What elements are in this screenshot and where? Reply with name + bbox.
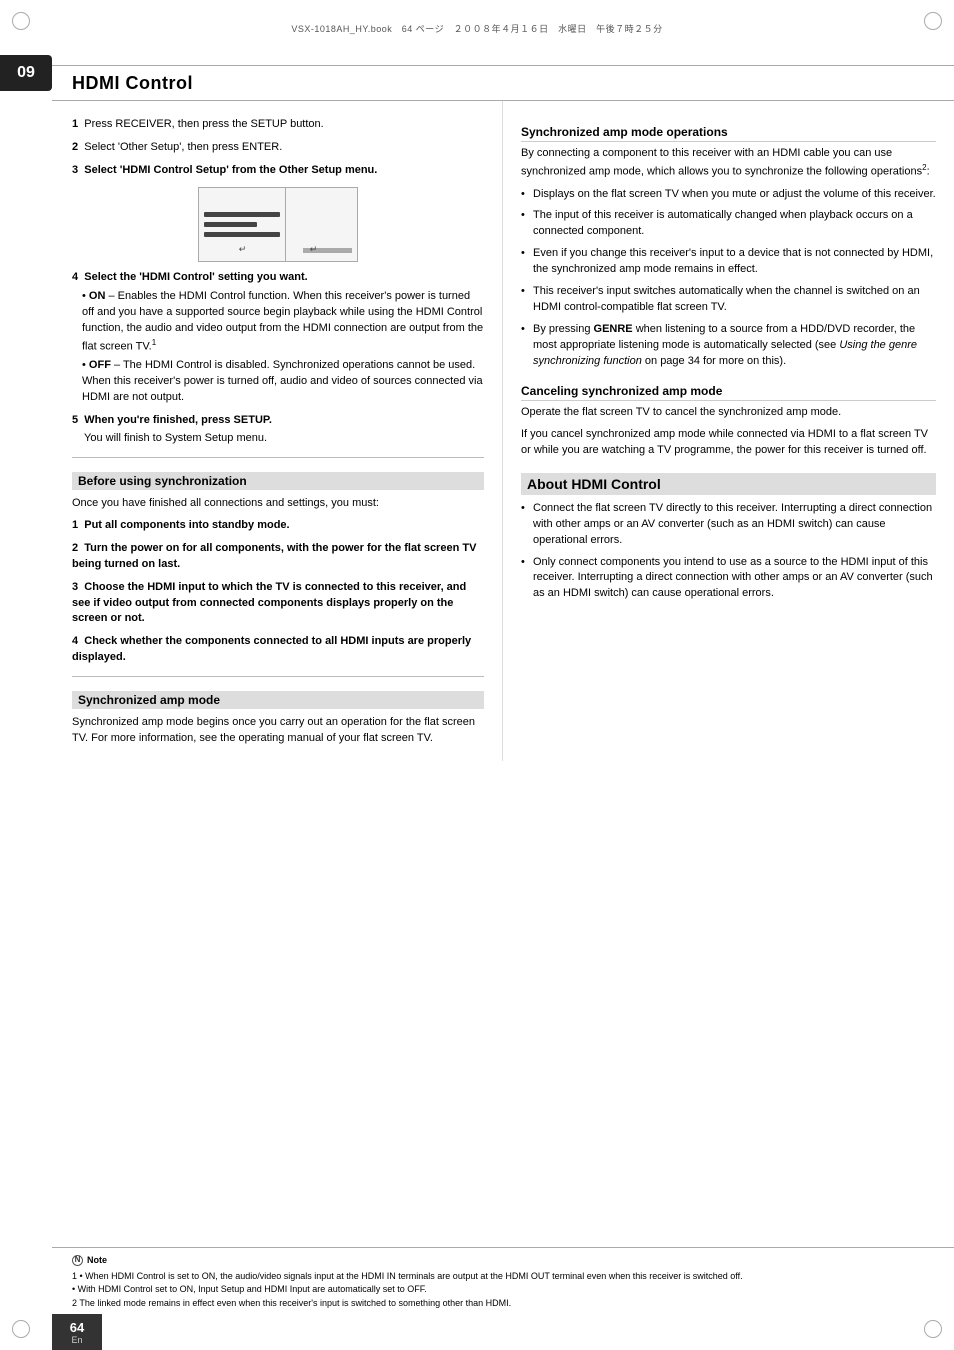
sync-ops-list: Displays on the flat screen TV when you … [521, 187, 936, 370]
note-section: N Note 1 • When HDMI Control is set to O… [52, 1247, 954, 1314]
before-sync-step-1: 1 Put all components into standby mode. [72, 518, 484, 534]
sync-amp-intro: Synchronized amp mode begins once you ca… [72, 715, 484, 747]
before-sync-step-4-text: Check whether the components connected t… [72, 635, 471, 663]
about-hdmi-item-2: Only connect components you intend to us… [521, 555, 936, 603]
main-content: HDMI Control 1 Press RECEIVER, then pres… [52, 55, 954, 1350]
before-sync-step-3-text: Choose the HDMI input to which the TV is… [72, 581, 466, 625]
sync-ops-title: Synchronized amp mode operations [521, 125, 936, 142]
sync-ops-item-5: By pressing GENRE when listening to a so… [521, 322, 936, 370]
before-sync-step-3: 3 Choose the HDMI input to which the TV … [72, 580, 484, 628]
sync-ops-item-3: Even if you change this receiver's input… [521, 246, 936, 278]
step-4-text: Select the 'HDMI Control' setting you wa… [84, 271, 307, 283]
step-2-text: Select 'Other Setup', then press ENTER. [84, 141, 282, 153]
corner-mark-tl [12, 12, 30, 30]
page-title: HDMI Control [72, 73, 193, 94]
chapter-tab: 09 [0, 55, 52, 91]
step-1-num: 1 [72, 118, 78, 130]
about-hdmi-list: Connect the flat screen TV directly to t… [521, 501, 936, 603]
before-sync-step-4: 4 Check whether the components connected… [72, 634, 484, 666]
cancel-sync-text1: Operate the flat screen TV to cancel the… [521, 405, 936, 421]
screen-line-1 [204, 212, 280, 217]
about-hdmi-item-1: Connect the flat screen TV directly to t… [521, 501, 936, 549]
before-sync-intro: Once you have finished all connections a… [72, 496, 484, 512]
about-hdmi-box: About HDMI Control [521, 473, 936, 495]
sync-ops-item-1: Displays on the flat screen TV when you … [521, 187, 936, 203]
sync-amp-title: Synchronized amp mode [72, 691, 484, 709]
divider-1 [72, 457, 484, 458]
step-4-off: OFF – The HDMI Control is disabled. Sync… [82, 358, 484, 406]
about-hdmi-title: About HDMI Control [527, 476, 661, 492]
note-icon: N [72, 1255, 83, 1266]
cancel-sync-title: Canceling synchronized amp mode [521, 384, 936, 401]
step-3-text: Select 'HDMI Control Setup' from the Oth… [84, 164, 377, 176]
step-4: 4 Select the 'HDMI Control' setting you … [72, 270, 484, 406]
note-item-3: 2 The linked mode remains in effect even… [72, 1297, 934, 1311]
arrow-left: ↵ [239, 243, 247, 256]
note-title-bar: N Note [72, 1254, 934, 1268]
divider-2 [72, 676, 484, 677]
step-5-num: 5 [72, 414, 78, 426]
step-4-num: 4 [72, 271, 78, 283]
before-sync-title: Before using synchronization [72, 472, 484, 490]
right-column: Synchronized amp mode operations By conn… [503, 101, 954, 761]
step-5-text: When you're finished, press SETUP. [84, 414, 272, 426]
en-label: En [71, 1335, 82, 1345]
before-sync-step-1-text: Put all components into standby mode. [84, 519, 289, 531]
before-sync-step-2-text: Turn the power on for all components, wi… [72, 542, 476, 570]
corner-mark-tr [924, 12, 942, 30]
two-column-layout: 1 Press RECEIVER, then press the SETUP b… [52, 101, 954, 761]
left-column: 1 Press RECEIVER, then press the SETUP b… [52, 101, 503, 761]
section-title-bar: HDMI Control [52, 65, 954, 101]
step-4-on: ON – Enables the HDMI Control function. … [82, 289, 484, 355]
note-label: Note [87, 1254, 107, 1268]
file-info-bar: VSX-1018AH_HY.book 64 ページ ２００８年４月１６日 水曜日… [291, 22, 662, 35]
page-number-bar: 64 En [52, 1314, 102, 1350]
screen-mockup: ↵ ↵ [198, 187, 358, 262]
step-1-text: Press RECEIVER, then press the SETUP but… [84, 118, 323, 130]
sync-ops-item-4: This receiver's input switches automatic… [521, 284, 936, 316]
sync-ops-item-2: The input of this receiver is automatica… [521, 208, 936, 240]
page-number: 64 [70, 1320, 84, 1335]
cancel-sync-text2: If you cancel synchronized amp mode whil… [521, 427, 936, 459]
screen-line-2 [204, 222, 257, 227]
sync-ops-intro: By connecting a component to this receiv… [521, 146, 936, 181]
screen-arrows: ↵ ↵ [199, 241, 357, 258]
step-5-subtext: You will finish to System Setup menu. [72, 431, 484, 447]
screen-line-3 [204, 232, 280, 237]
note-item-2: • With HDMI Control set to ON, Input Set… [72, 1283, 934, 1297]
step-5: 5 When you're finished, press SETUP. You… [72, 413, 484, 447]
step-2: 2 Select 'Other Setup', then press ENTER… [72, 140, 484, 156]
step-3-num: 3 [72, 164, 78, 176]
step-3: 3 Select 'HDMI Control Setup' from the O… [72, 163, 484, 262]
step-1: 1 Press RECEIVER, then press the SETUP b… [72, 117, 484, 133]
step-2-num: 2 [72, 141, 78, 153]
before-sync-step-2: 2 Turn the power on for all components, … [72, 541, 484, 573]
corner-mark-bl [12, 1320, 30, 1338]
arrow-right: ↵ [310, 243, 318, 256]
note-item-1: 1 • When HDMI Control is set to ON, the … [72, 1270, 934, 1284]
